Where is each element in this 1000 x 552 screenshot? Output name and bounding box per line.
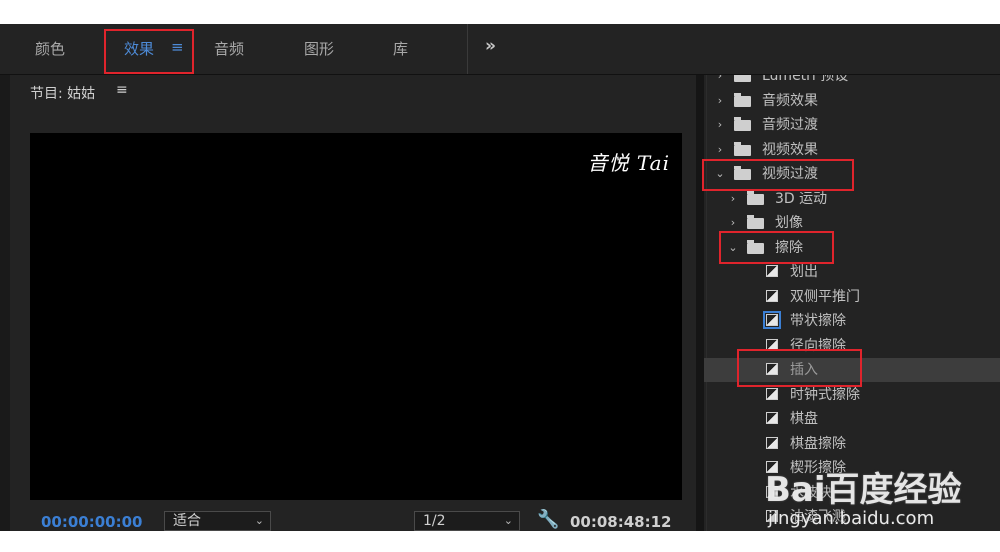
tree-effect-row[interactable]: 双侧平推门 (704, 285, 1000, 309)
tab-separator (467, 24, 468, 74)
resolution-select[interactable]: 1/2 ⌄ (414, 511, 520, 531)
chevron-right-icon[interactable]: › (714, 89, 726, 113)
folder-icon (734, 141, 751, 156)
folder-icon (747, 215, 764, 229)
program-menu-icon[interactable]: ≡ (116, 82, 128, 98)
tree-item-label: 楔形擦除 (790, 460, 846, 476)
video-preview[interactable]: 音悦 Tai (30, 133, 682, 500)
tree-item-label: 带状擦除 (790, 313, 846, 329)
panel-divider[interactable] (696, 75, 704, 531)
transition-effect-icon (766, 436, 778, 449)
tree-item-label: 音频过渡 (762, 117, 818, 133)
workspace-tab-bar: 颜色 效果 ≡ 音频 图形 库 » (0, 24, 1000, 75)
folder-icon (734, 92, 751, 107)
effects-panel: › Lumetri 预设 › 音频效果 › 音频过渡 › 视频效果 ⌄ 视频过渡 › 3D 运动 › 划像… (704, 75, 1000, 531)
tree-folder-row[interactable]: › 3D 运动 (704, 187, 1000, 211)
tree-item-label: 油漆飞溅 (790, 509, 846, 525)
tree-folder-row[interactable]: › 音频效果 (704, 89, 1000, 113)
chevron-right-icon[interactable]: › (714, 138, 726, 162)
tab-audio[interactable]: 音频 (214, 38, 244, 59)
transition-effect-icon (766, 338, 778, 351)
tree-effect-row[interactable]: 带状擦除 (704, 309, 1000, 333)
tree-item-label: 视频效果 (762, 141, 818, 158)
transition-effect-icon (763, 311, 781, 329)
tab-graphics[interactable]: 图形 (304, 38, 334, 59)
tree-item-label: 棋盘 (790, 411, 818, 427)
tree-item-label: 插入 (790, 362, 818, 378)
chevron-right-icon[interactable]: › (714, 75, 726, 88)
folder-icon (747, 239, 764, 254)
transition-effect-icon (766, 363, 778, 375)
transition-effect-icon (766, 265, 778, 277)
tree-effect-row[interactable]: 时钟式擦除 (704, 383, 1000, 407)
monitor-controls: 00:00:00:00 适合 ⌄ 1/2 ⌄ 🔧 00:08:48:12 (10, 509, 696, 531)
tree-effect-row[interactable]: 楔形擦除 (704, 456, 1000, 480)
folder-icon (734, 117, 751, 131)
tree-item-label: 时钟式擦除 (790, 386, 860, 403)
tree-folder-row[interactable]: › 视频效果 (704, 138, 1000, 162)
tree-item-label: 棋盘擦除 (790, 435, 846, 452)
left-edge-strip (0, 75, 10, 531)
tab-color[interactable]: 颜色 (35, 38, 65, 59)
tab-effects[interactable]: 效果 (124, 38, 154, 59)
program-monitor-title[interactable]: 节目: 姑姑 (30, 83, 95, 103)
tree-item-label: 径向擦除 (790, 337, 846, 354)
tree-item-label: 双侧平推门 (790, 288, 860, 305)
zoom-select[interactable]: 适合 ⌄ (164, 511, 271, 531)
transition-effect-icon (766, 485, 778, 498)
duration-timecode: 00:08:48:12 (570, 513, 672, 531)
chevron-right-icon[interactable]: › (727, 211, 739, 235)
tree-item-label: 水波块 (790, 484, 832, 501)
tree-effect-row[interactable]: 插入 (704, 358, 1000, 382)
chevron-right-icon[interactable]: › (727, 187, 739, 211)
transition-effect-icon (766, 387, 778, 400)
zoom-select-value: 适合 (173, 513, 201, 529)
folder-icon (734, 75, 751, 82)
wrench-settings-icon[interactable]: 🔧 (537, 509, 559, 530)
transition-effect-icon (766, 510, 778, 522)
effects-tab-menu-icon[interactable]: ≡ (171, 38, 184, 56)
folder-icon (734, 166, 751, 180)
chevron-down-icon: ⌄ (503, 514, 513, 527)
tree-item-label: Lumetri 预设 (762, 75, 849, 84)
premiere-workspace: 颜色 效果 ≡ 音频 图形 库 » 节目: 姑姑 ≡ 音悦 Tai 00:00:… (0, 24, 1000, 531)
chevron-down-icon[interactable]: ⌄ (714, 162, 726, 186)
video-watermark: 音悦 Tai (587, 151, 670, 175)
tree-item-label: 划出 (790, 264, 818, 280)
chevron-down-icon[interactable]: ⌄ (727, 236, 739, 260)
overflow-chevron-icon[interactable]: » (485, 36, 496, 56)
tree-effect-row[interactable]: 棋盘 (704, 407, 1000, 431)
tree-item-label: 音频效果 (762, 92, 818, 109)
tree-effect-row[interactable]: 径向擦除 (704, 334, 1000, 358)
resolution-select-value: 1/2 (423, 513, 446, 529)
transition-effect-icon (766, 461, 778, 473)
tree-effect-row[interactable]: 油漆飞溅 (704, 505, 1000, 529)
tree-item-label: 视频过渡 (762, 166, 818, 182)
tree-item-label: 3D 运动 (775, 190, 828, 207)
chevron-right-icon[interactable]: › (714, 113, 726, 137)
folder-icon (747, 190, 764, 205)
tree-folder-row[interactable]: ⌄ 擦除 (704, 236, 1000, 260)
tab-libraries[interactable]: 库 (393, 38, 408, 59)
tree-folder-row[interactable]: ⌄ 视频过渡 (704, 162, 1000, 186)
window-top-area (0, 0, 1000, 24)
tree-folder-row[interactable]: › 音频过渡 (704, 113, 1000, 137)
tree-effect-row[interactable]: 划出 (704, 260, 1000, 284)
tree-item-label: 划像 (775, 215, 803, 231)
current-timecode[interactable]: 00:00:00:00 (41, 513, 143, 531)
program-monitor: 节目: 姑姑 ≡ 音悦 Tai 00:00:00:00 适合 ⌄ 1/2 ⌄ 🔧… (10, 75, 696, 531)
tree-effect-row[interactable]: 水波块 (704, 481, 1000, 505)
tree-item-label: 擦除 (775, 239, 803, 256)
tree-folder-row[interactable]: › Lumetri 预设 (704, 75, 1000, 88)
transition-effect-icon (766, 289, 778, 302)
transition-effect-icon (766, 412, 778, 424)
tree-folder-row[interactable]: › 划像 (704, 211, 1000, 235)
tree-effect-row[interactable]: 棋盘擦除 (704, 432, 1000, 456)
chevron-down-icon: ⌄ (254, 514, 264, 527)
